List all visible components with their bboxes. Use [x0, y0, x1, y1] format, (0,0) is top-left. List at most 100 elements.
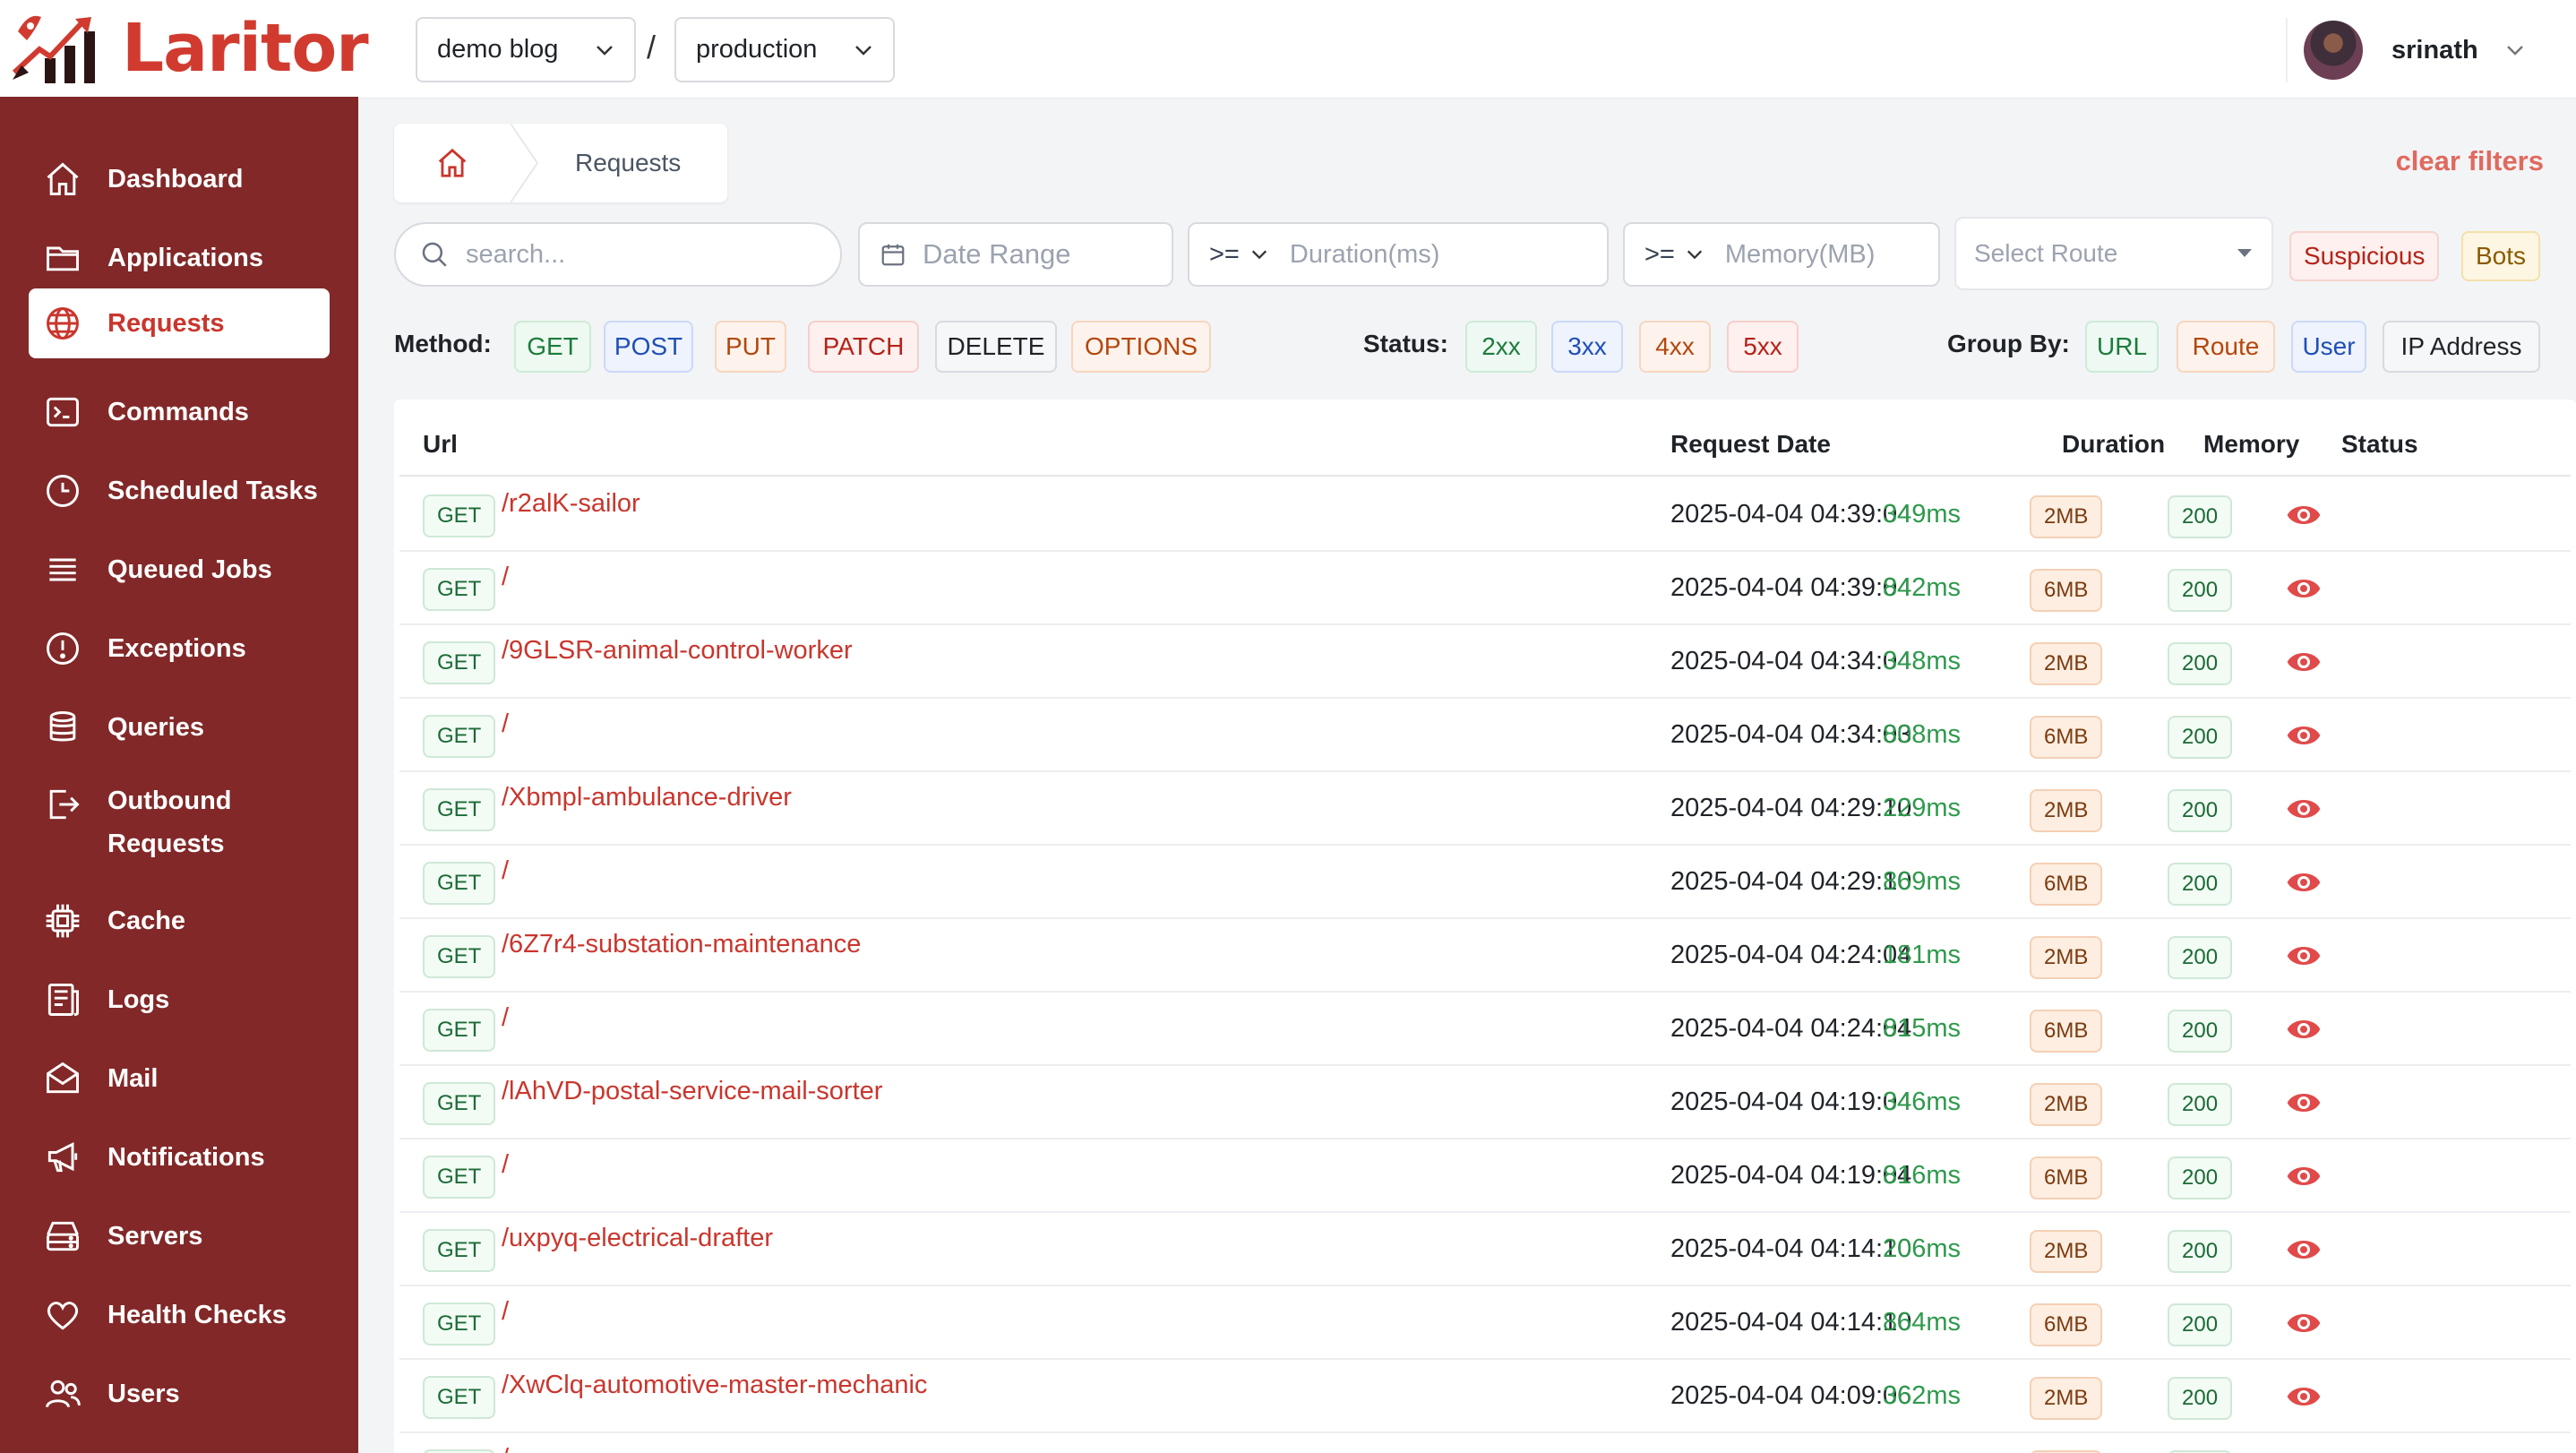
- request-url-link[interactable]: /6Z7r4-substation-maintenance: [502, 930, 861, 959]
- sidebar-item-queries[interactable]: Queries: [29, 692, 330, 763]
- memory-badge: 2MB: [2030, 1083, 2103, 1126]
- table-row[interactable]: GET/6Z7r4-substation-maintenance 2025-04-…: [399, 919, 2571, 993]
- request-url-link[interactable]: /Xbmpl-ambulance-driver: [502, 783, 792, 812]
- request-url-link[interactable]: /: [502, 1003, 509, 1033]
- view-eye-icon[interactable]: [2286, 720, 2322, 751]
- sidebar-item-cache[interactable]: Cache: [29, 885, 330, 957]
- request-url-link[interactable]: /: [502, 1150, 509, 1180]
- duration-operator-select[interactable]: >=: [1209, 240, 1268, 270]
- table-row[interactable]: GET/ 2025-04-04 04:39:04 842ms 6MB 200: [399, 552, 2571, 625]
- breadcrumb-home[interactable]: [394, 124, 511, 202]
- memory-badge: 2MB: [2030, 1377, 2103, 1420]
- sidebar-item-commands[interactable]: Commands: [29, 376, 330, 448]
- table-row[interactable]: GET/XwClq-automotive-master-mechanic 2025…: [399, 1360, 2571, 1433]
- duration-filter[interactable]: >= Duration(ms): [1188, 222, 1609, 287]
- column-header-status[interactable]: Status: [2341, 430, 2418, 459]
- method-chip-post[interactable]: POST: [604, 321, 693, 373]
- view-eye-icon[interactable]: [2286, 1014, 2322, 1045]
- sidebar-item-outbound-requests[interactable]: Outbound Requests: [29, 770, 330, 878]
- method-chip-patch[interactable]: PATCH: [808, 321, 919, 373]
- column-header-url[interactable]: Url: [423, 430, 458, 459]
- view-eye-icon[interactable]: [2286, 500, 2322, 530]
- table-row[interactable]: GET/ 2025-04-04 04:14:10 864ms 6MB 200: [399, 1286, 2571, 1360]
- sidebar-item-notifications[interactable]: Notifications: [29, 1122, 330, 1193]
- view-eye-icon[interactable]: [2286, 867, 2322, 898]
- sidebar-item-requests[interactable]: Requests: [29, 288, 330, 358]
- bots-filter-button[interactable]: Bots: [2461, 231, 2541, 281]
- table-row[interactable]: GET/ 2025-04-04 04:34:03 808ms 6MB 200: [399, 699, 2571, 772]
- group-chip-route[interactable]: Route: [2177, 321, 2275, 373]
- sidebar-item-dashboard[interactable]: Dashboard: [29, 143, 330, 215]
- table-row[interactable]: GET/Xbmpl-ambulance-driver 2025-04-04 04:…: [399, 772, 2571, 846]
- date-range-picker[interactable]: Date Range: [858, 222, 1173, 287]
- sidebar-item-users[interactable]: Users: [29, 1358, 330, 1430]
- status-chip-3xx[interactable]: 3xx: [1551, 321, 1623, 373]
- request-url-link[interactable]: /XwClq-automotive-master-mechanic: [502, 1371, 927, 1400]
- suspicious-filter-button[interactable]: Suspicious: [2289, 231, 2440, 281]
- table-row[interactable]: GET/2025-04-04 04:09:05869ms6MB200: [399, 1433, 2571, 1453]
- group-chip-ip-address[interactable]: IP Address: [2383, 321, 2540, 373]
- request-url-link[interactable]: /: [502, 1444, 509, 1453]
- sidebar-item-queued-jobs[interactable]: Queued Jobs: [29, 534, 330, 606]
- request-url-link[interactable]: /: [502, 563, 509, 592]
- view-eye-icon[interactable]: [2286, 941, 2322, 971]
- view-eye-icon[interactable]: [2286, 1308, 2322, 1338]
- sidebar-item-health-checks[interactable]: Health Checks: [29, 1279, 330, 1351]
- table-row[interactable]: GET/ 2025-04-04 04:19:04 816ms 6MB 200: [399, 1139, 2571, 1213]
- search-placeholder: search...: [466, 239, 566, 269]
- view-eye-icon[interactable]: [2286, 1161, 2322, 1191]
- request-url-link[interactable]: /: [502, 856, 509, 886]
- status-chip-4xx[interactable]: 4xx: [1639, 321, 1711, 373]
- list-icon: [49, 558, 76, 581]
- sidebar-item-scheduled-tasks[interactable]: Scheduled Tasks: [29, 455, 330, 527]
- sidebar-item-applications[interactable]: Applications: [29, 222, 330, 294]
- view-eye-icon[interactable]: [2286, 1381, 2322, 1412]
- request-url-link[interactable]: /lAhVD-postal-service-mail-sorter: [502, 1077, 882, 1106]
- sidebar-item-servers[interactable]: Servers: [29, 1200, 330, 1272]
- sidebar-item-exceptions[interactable]: Exceptions: [29, 613, 330, 684]
- group-chip-user[interactable]: User: [2291, 321, 2366, 373]
- method-chip-put[interactable]: PUT: [715, 321, 786, 373]
- request-url-link[interactable]: /9GLSR-animal-control-worker: [502, 636, 853, 666]
- sidebar-item-logs[interactable]: Logs: [29, 964, 330, 1036]
- duration-value: 229ms: [1883, 794, 1962, 822]
- request-url-link[interactable]: /uxpyq-electrical-drafter: [502, 1224, 773, 1253]
- column-header-request-date[interactable]: Request Date: [1670, 430, 1831, 459]
- method-chip-options[interactable]: OPTIONS: [1071, 321, 1211, 373]
- sidebar-item-label: Dashboard: [107, 164, 244, 193]
- table-row[interactable]: GET/uxpyq-electrical-drafter 2025-04-04 0…: [399, 1213, 2571, 1286]
- sidebar-item-mail[interactable]: Mail: [29, 1043, 330, 1114]
- table-row[interactable]: GET/ 2025-04-04 04:24:04 815ms 6MB 200: [399, 993, 2571, 1066]
- request-url-link[interactable]: /: [502, 1297, 509, 1327]
- search-input[interactable]: search...: [394, 222, 842, 287]
- logo[interactable]: Laritor: [9, 7, 369, 90]
- column-header-memory[interactable]: Memory: [2203, 430, 2299, 459]
- method-chip-delete[interactable]: DELETE: [935, 321, 1057, 373]
- request-url-link[interactable]: /: [502, 709, 509, 739]
- memory-placeholder: Memory(MB): [1724, 239, 1876, 269]
- table-row[interactable]: GET/9GLSR-animal-control-worker 2025-04-0…: [399, 625, 2571, 699]
- view-eye-icon[interactable]: [2286, 647, 2322, 677]
- method-chip-get[interactable]: GET: [514, 321, 591, 373]
- column-header-duration[interactable]: Duration: [2062, 430, 2165, 459]
- route-select[interactable]: Select Route: [1954, 217, 2273, 290]
- table-row[interactable]: GET/ 2025-04-04 04:29:10 869ms 6MB 200: [399, 846, 2571, 919]
- status-chip-2xx[interactable]: 2xx: [1465, 321, 1537, 373]
- request-url-link[interactable]: /r2alK-sailor: [502, 489, 640, 519]
- environment-select[interactable]: production: [674, 17, 895, 82]
- status-badge: 200: [2168, 1303, 2233, 1346]
- view-eye-icon[interactable]: [2286, 794, 2322, 824]
- outbound-icon: [49, 789, 80, 820]
- table-row[interactable]: GET/r2alK-sailor 2025-04-04 04:39:04 349ms…: [399, 478, 2571, 552]
- memory-operator-select[interactable]: >=: [1644, 240, 1704, 270]
- status-chip-5xx[interactable]: 5xx: [1727, 321, 1799, 373]
- memory-filter[interactable]: >= Memory(MB): [1623, 222, 1940, 287]
- project-select[interactable]: demo blog: [416, 17, 636, 82]
- view-eye-icon[interactable]: [2286, 1088, 2322, 1118]
- view-eye-icon[interactable]: [2286, 1234, 2322, 1265]
- clear-filters-link[interactable]: clear filters: [2396, 145, 2544, 177]
- user-menu[interactable]: srinath: [2286, 18, 2525, 82]
- table-row[interactable]: GET/lAhVD-postal-service-mail-sorter 2025…: [399, 1066, 2571, 1139]
- group-chip-url[interactable]: URL: [2085, 321, 2159, 373]
- view-eye-icon[interactable]: [2286, 573, 2322, 604]
